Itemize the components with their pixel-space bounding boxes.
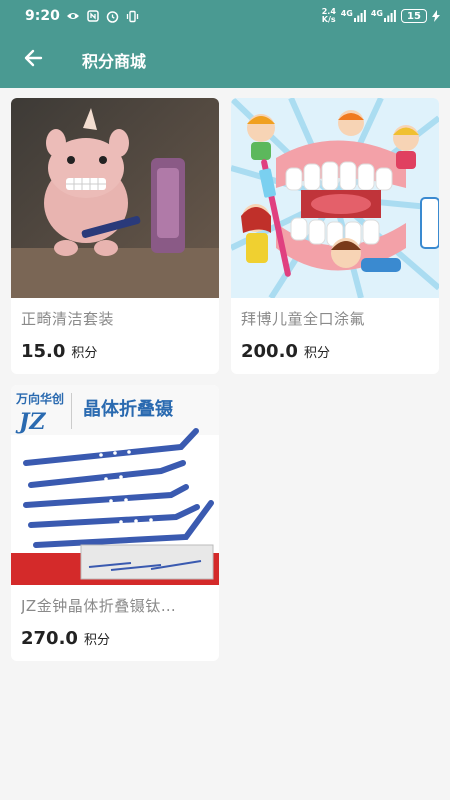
signal-label-2: 4G	[370, 9, 383, 18]
status-time: 9:20	[25, 8, 60, 24]
product-image-brand-logo: JZ	[15, 409, 46, 435]
price-value: 270.0	[21, 628, 78, 649]
product-price: 200.0 积分	[241, 341, 330, 362]
status-bar: 9:20 2.4 K/s 4G 4G 15	[0, 0, 450, 32]
product-name: JZ金钟晶体折叠镊钛…	[21, 597, 177, 615]
signal-icon: 4G	[341, 9, 366, 23]
price-unit: 积分	[303, 346, 330, 361]
product-card[interactable]: 正畸清洁套装 15.0 积分	[11, 98, 219, 374]
eye-icon	[66, 9, 80, 23]
nfc-icon	[86, 9, 100, 23]
product-name: 拜博儿童全口涂氟	[241, 310, 366, 328]
product-image-forceps: 万向华创 JZ 晶体折叠镊	[11, 385, 219, 585]
arrow-left-icon	[23, 49, 43, 71]
back-button[interactable]	[0, 32, 66, 88]
product-price: 15.0 积分	[21, 341, 97, 362]
page-title: 积分商城	[82, 52, 147, 71]
net-speed: 2.4 K/s	[321, 7, 336, 24]
price-unit: 积分	[83, 633, 110, 648]
product-image-banner: 晶体折叠镊	[83, 398, 174, 420]
product-price: 270.0 积分	[21, 628, 110, 649]
signal-icon-2: 4G	[371, 9, 396, 23]
alarm-icon	[106, 9, 120, 23]
product-name: 正畸清洁套装	[21, 310, 115, 328]
signal-label: 4G	[340, 9, 353, 18]
vibrate-icon	[126, 9, 140, 23]
price-value: 15.0	[21, 341, 66, 362]
price-value: 200.0	[241, 341, 298, 362]
battery-icon: 15	[401, 9, 427, 23]
product-image-cartoon-teeth	[231, 98, 439, 298]
product-image-brand-cn: 万向华创	[15, 391, 64, 406]
app-bar: 积分商城	[0, 32, 450, 88]
battery-level: 15	[407, 10, 421, 22]
product-card[interactable]: 万向华创 JZ 晶体折叠镊 JZ金钟晶体折叠镊钛… 270.0 积分	[11, 385, 219, 661]
product-image-plush-toy	[11, 98, 219, 298]
product-card[interactable]: 拜博儿童全口涂氟 200.0 积分	[231, 98, 439, 374]
charging-icon	[432, 9, 440, 23]
price-unit: 积分	[71, 346, 98, 361]
